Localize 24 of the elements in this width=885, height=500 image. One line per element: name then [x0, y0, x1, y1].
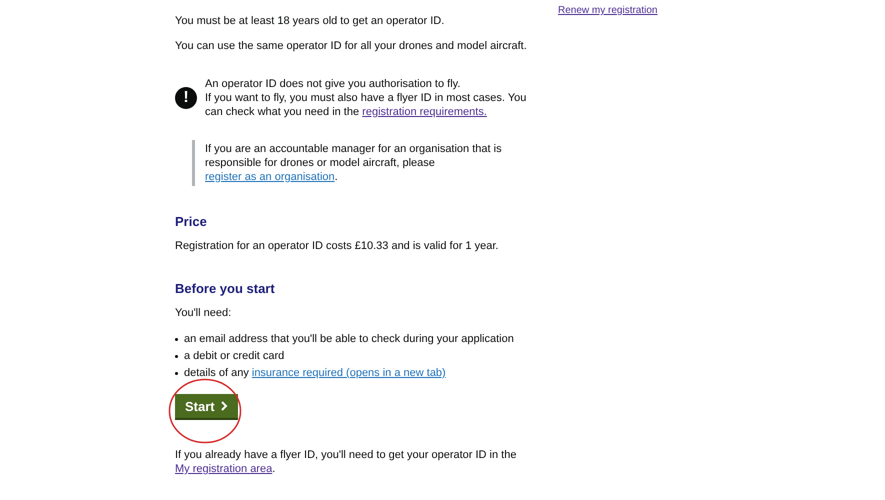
- chevron-icon: [220, 401, 228, 411]
- link[interactable]: Renew my registration: [558, 5, 658, 16]
- list-item: details of any insurance required (opens in a new tab): [184, 366, 446, 381]
- link[interactable]: My registration area: [175, 463, 272, 475]
- section-heading: Before you start: [175, 281, 276, 296]
- warning-text: If you want to fly, you must also have a flyer ID in most cases. You can check what you need in the registration requirements.: [205, 91, 528, 119]
- start-button[interactable]: Start: [175, 394, 238, 420]
- list-item: an email address that you'll be able to check during your application: [184, 332, 514, 347]
- warning-text: An operator ID does not give you authorisation to fly.: [205, 77, 462, 91]
- paragraph: You must be at least 18 years old to get an operator ID.: [175, 14, 446, 28]
- paragraph: If you already have a flyer ID, you'll need to get your operator ID in the My registration area.: [175, 448, 518, 476]
- section-heading: Price: [175, 214, 208, 229]
- link[interactable]: register as an organisation: [205, 171, 335, 183]
- inset-text: If you are an accountable manager for an organisation that is responsible for drones or model aircraft, please register as an organisation.: [192, 140, 530, 186]
- bullet-icon: [175, 338, 178, 341]
- bullet-icon: [175, 372, 178, 375]
- paragraph: Registration for an operator ID costs £10.33 and is valid for 1 year.: [175, 239, 500, 253]
- paragraph: You can use the same operator ID for all your drones and model aircraft.: [175, 39, 528, 53]
- paragraph: You'll need:: [175, 306, 232, 320]
- warning-icon: !: [175, 87, 197, 109]
- bullet-icon: [175, 355, 178, 358]
- link[interactable]: insurance required (opens in a new tab): [252, 367, 446, 379]
- link[interactable]: registration requirements.: [362, 106, 487, 118]
- list-item: a debit or credit card: [184, 349, 284, 364]
